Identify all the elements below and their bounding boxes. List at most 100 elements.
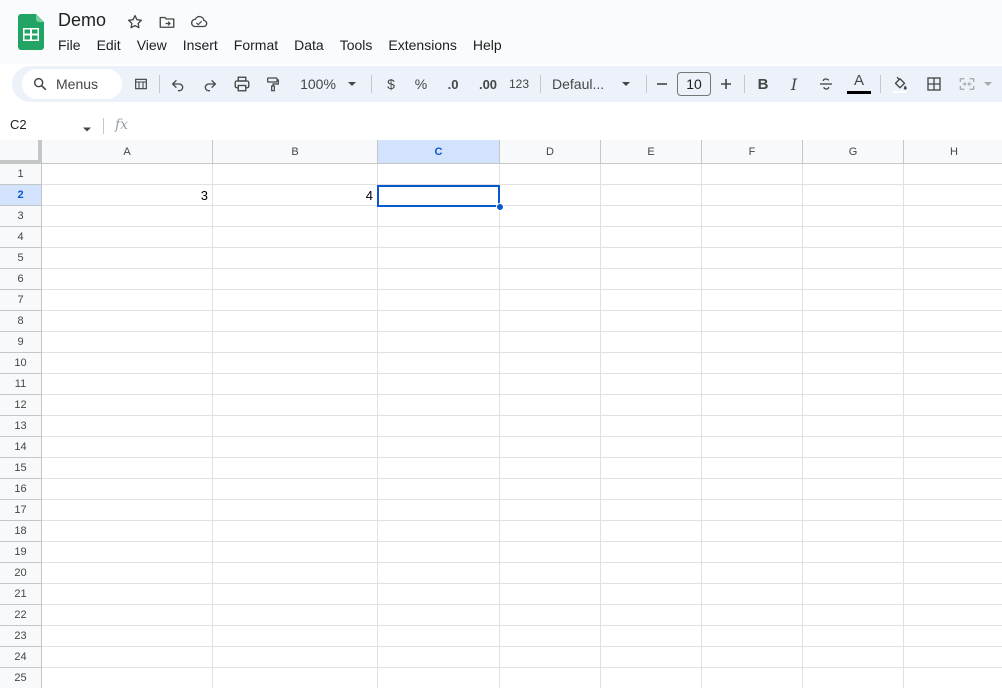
cell-a19[interactable] — [42, 542, 213, 563]
cell-f12[interactable] — [702, 395, 803, 416]
cell-d10[interactable] — [500, 353, 601, 374]
cell-e5[interactable] — [601, 248, 702, 269]
cell-e4[interactable] — [601, 227, 702, 248]
cell-g16[interactable] — [803, 479, 904, 500]
undo-icon[interactable] — [167, 66, 189, 102]
column-header-a[interactable]: A — [42, 140, 213, 164]
cell-e25[interactable] — [601, 668, 702, 688]
cell-f7[interactable] — [702, 290, 803, 311]
cell-e2[interactable] — [601, 185, 702, 206]
formula-input[interactable] — [140, 116, 990, 136]
cell-g1[interactable] — [803, 164, 904, 185]
cell-h17[interactable] — [904, 500, 1002, 521]
cell-g19[interactable] — [803, 542, 904, 563]
cell-b2[interactable]: 4 — [213, 185, 378, 206]
currency-format-button[interactable]: $ — [380, 66, 402, 102]
cell-d8[interactable] — [500, 311, 601, 332]
cell-d2[interactable] — [500, 185, 601, 206]
cell-g3[interactable] — [803, 206, 904, 227]
row-header-2[interactable]: 2 — [0, 185, 42, 206]
move-to-folder-icon[interactable] — [157, 12, 177, 32]
cell-e1[interactable] — [601, 164, 702, 185]
sheets-logo-icon[interactable] — [18, 14, 44, 50]
cell-f19[interactable] — [702, 542, 803, 563]
cell-a22[interactable] — [42, 605, 213, 626]
name-box[interactable]: C2 — [10, 117, 27, 132]
cell-f8[interactable] — [702, 311, 803, 332]
cell-c24[interactable] — [378, 647, 500, 668]
table-icon[interactable] — [130, 66, 152, 102]
row-header-16[interactable]: 16 — [0, 479, 42, 500]
cell-a11[interactable] — [42, 374, 213, 395]
cell-b24[interactable] — [213, 647, 378, 668]
cell-d1[interactable] — [500, 164, 601, 185]
cell-b23[interactable] — [213, 626, 378, 647]
cell-b20[interactable] — [213, 563, 378, 584]
cell-b10[interactable] — [213, 353, 378, 374]
row-header-18[interactable]: 18 — [0, 521, 42, 542]
cell-d15[interactable] — [500, 458, 601, 479]
cell-a7[interactable] — [42, 290, 213, 311]
decrease-font-size-icon[interactable] — [652, 66, 672, 102]
cell-h25[interactable] — [904, 668, 1002, 688]
cell-g11[interactable] — [803, 374, 904, 395]
cell-a6[interactable] — [42, 269, 213, 290]
cell-g21[interactable] — [803, 584, 904, 605]
cell-d21[interactable] — [500, 584, 601, 605]
column-header-c[interactable]: C — [378, 140, 500, 164]
cell-f17[interactable] — [702, 500, 803, 521]
cell-a5[interactable] — [42, 248, 213, 269]
cell-h7[interactable] — [904, 290, 1002, 311]
cell-e24[interactable] — [601, 647, 702, 668]
cell-g24[interactable] — [803, 647, 904, 668]
cell-g25[interactable] — [803, 668, 904, 688]
cell-c25[interactable] — [378, 668, 500, 688]
cell-h4[interactable] — [904, 227, 1002, 248]
cell-c12[interactable] — [378, 395, 500, 416]
cell-e19[interactable] — [601, 542, 702, 563]
cell-b17[interactable] — [213, 500, 378, 521]
cell-b21[interactable] — [213, 584, 378, 605]
merge-dropdown-icon[interactable] — [982, 66, 994, 102]
cell-g23[interactable] — [803, 626, 904, 647]
cell-a14[interactable] — [42, 437, 213, 458]
cell-e6[interactable] — [601, 269, 702, 290]
cell-f10[interactable] — [702, 353, 803, 374]
cell-c15[interactable] — [378, 458, 500, 479]
cell-f14[interactable] — [702, 437, 803, 458]
cell-e3[interactable] — [601, 206, 702, 227]
cell-d6[interactable] — [500, 269, 601, 290]
cell-h9[interactable] — [904, 332, 1002, 353]
cell-b3[interactable] — [213, 206, 378, 227]
cell-b25[interactable] — [213, 668, 378, 688]
cell-a3[interactable] — [42, 206, 213, 227]
cell-e23[interactable] — [601, 626, 702, 647]
cell-a4[interactable] — [42, 227, 213, 248]
cell-b9[interactable] — [213, 332, 378, 353]
cell-a13[interactable] — [42, 416, 213, 437]
column-header-e[interactable]: E — [601, 140, 702, 164]
row-header-6[interactable]: 6 — [0, 269, 42, 290]
cell-a12[interactable] — [42, 395, 213, 416]
cell-g15[interactable] — [803, 458, 904, 479]
row-header-10[interactable]: 10 — [0, 353, 42, 374]
row-header-22[interactable]: 22 — [0, 605, 42, 626]
cell-c4[interactable] — [378, 227, 500, 248]
column-header-f[interactable]: F — [702, 140, 803, 164]
cell-a10[interactable] — [42, 353, 213, 374]
cell-h1[interactable] — [904, 164, 1002, 185]
cell-f4[interactable] — [702, 227, 803, 248]
row-header-12[interactable]: 12 — [0, 395, 42, 416]
menu-data[interactable]: Data — [294, 36, 324, 56]
cell-e7[interactable] — [601, 290, 702, 311]
row-header-11[interactable]: 11 — [0, 374, 42, 395]
cell-d7[interactable] — [500, 290, 601, 311]
cell-g6[interactable] — [803, 269, 904, 290]
star-icon[interactable] — [125, 12, 145, 32]
row-header-7[interactable]: 7 — [0, 290, 42, 311]
cell-a16[interactable] — [42, 479, 213, 500]
cell-g14[interactable] — [803, 437, 904, 458]
cell-h8[interactable] — [904, 311, 1002, 332]
cell-c9[interactable] — [378, 332, 500, 353]
cell-a23[interactable] — [42, 626, 213, 647]
